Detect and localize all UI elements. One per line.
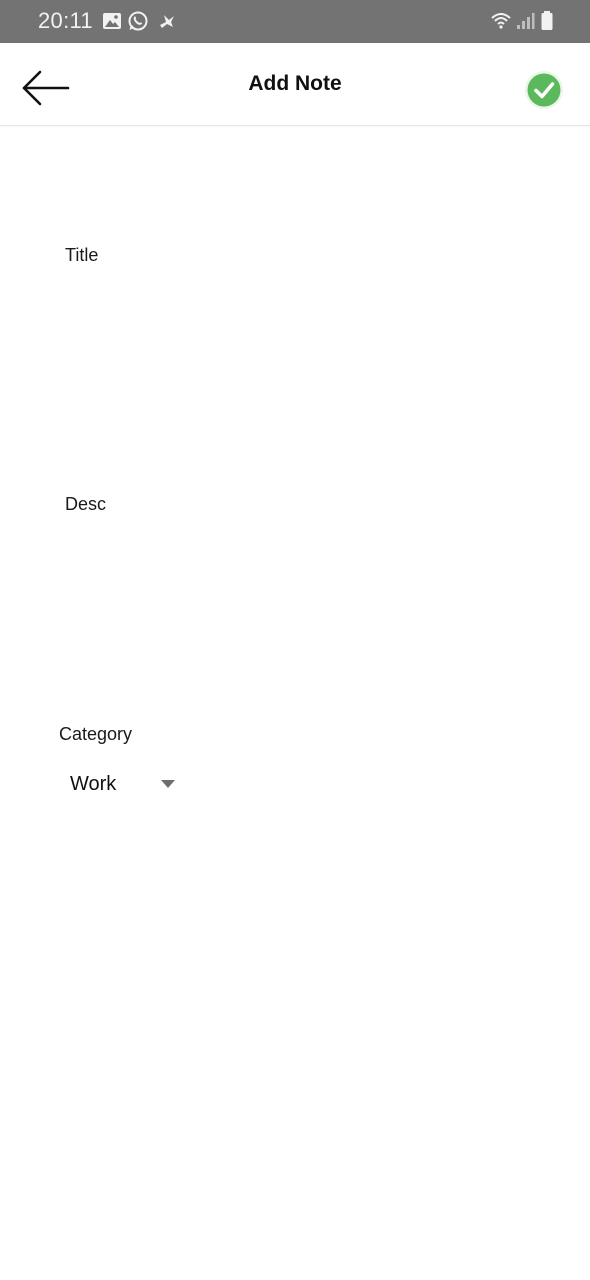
- save-button[interactable]: [524, 70, 564, 110]
- category-selected-value: Work: [70, 773, 117, 795]
- dropdown-arrow-icon: [160, 779, 176, 789]
- desc-input[interactable]: [65, 528, 525, 698]
- status-time: 20:11: [38, 8, 93, 33]
- category-dropdown[interactable]: Work: [60, 764, 190, 804]
- page-title: Add Note: [248, 72, 342, 95]
- title-label: Title: [65, 245, 99, 265]
- status-bar: 20:11: [0, 0, 590, 43]
- whatsapp-icon: [127, 10, 149, 32]
- category-label: Category: [59, 724, 133, 744]
- check-icon: [524, 70, 564, 110]
- gallery-icon: [101, 10, 123, 32]
- signal-icon: [514, 10, 536, 32]
- bird-icon: [156, 10, 178, 32]
- title-input[interactable]: [65, 280, 525, 430]
- wifi-icon: [490, 10, 512, 32]
- app-bar: Add Note: [0, 43, 590, 126]
- desc-label: Desc: [65, 494, 107, 514]
- battery-icon: [536, 10, 558, 32]
